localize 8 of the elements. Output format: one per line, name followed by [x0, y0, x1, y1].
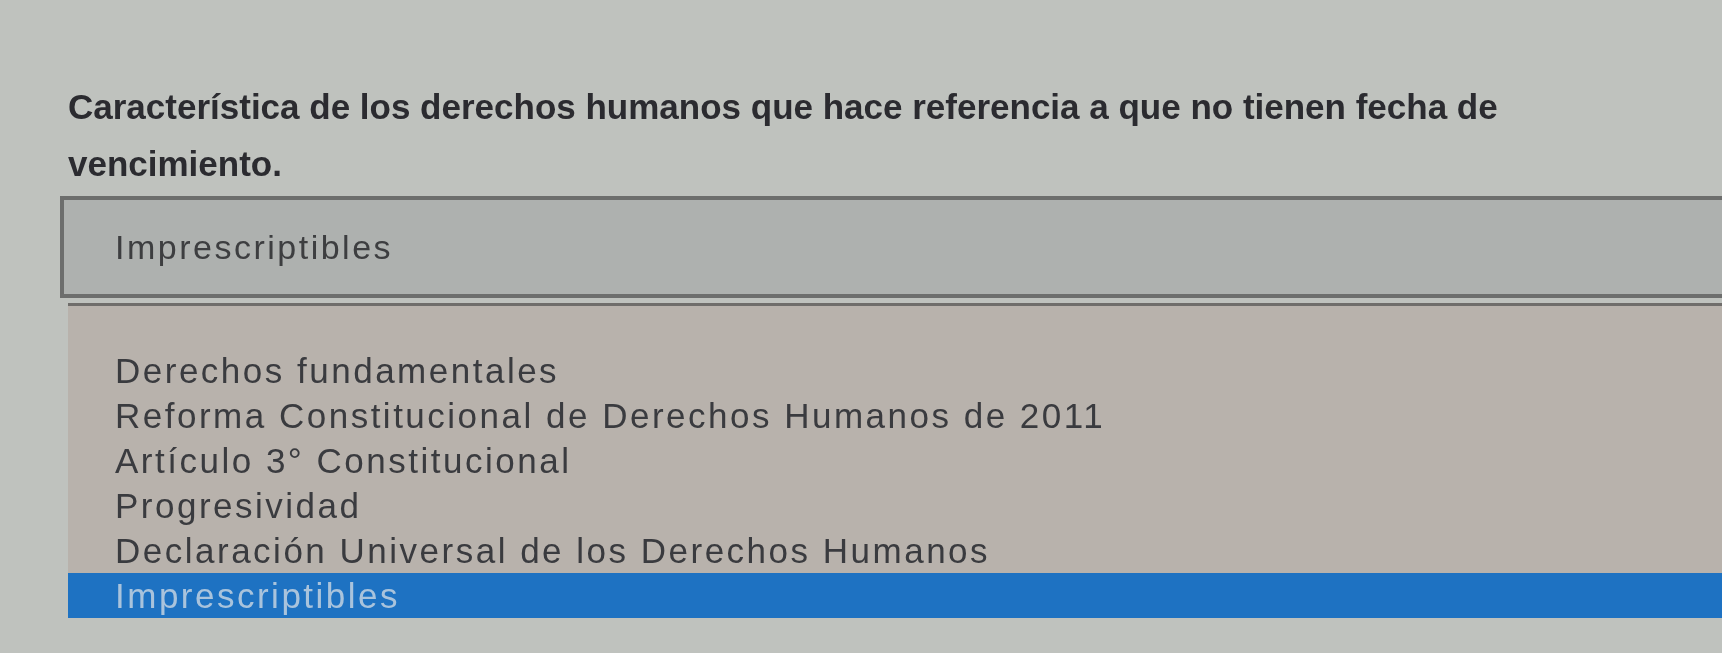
dropdown-option[interactable]: Progresividad: [68, 483, 1722, 528]
dropdown-option[interactable]: Artículo 3° Constitucional: [68, 438, 1722, 483]
dropdown-option[interactable]: Declaración Universal de los Derechos Humanos: [68, 528, 1722, 573]
dropdown-option[interactable]: Derechos fundamentales: [68, 348, 1722, 393]
dropdown-select[interactable]: Imprescriptibles: [60, 196, 1722, 298]
dropdown-option[interactable]: Imprescriptibles: [68, 573, 1722, 618]
dropdown-option[interactable]: Reforma Constitucional de Derechos Humanos de 2011: [68, 393, 1722, 438]
question-text: Característica de los derechos humanos que hace referencia a que no tienen fecha de vencimiento.: [68, 86, 1499, 185]
